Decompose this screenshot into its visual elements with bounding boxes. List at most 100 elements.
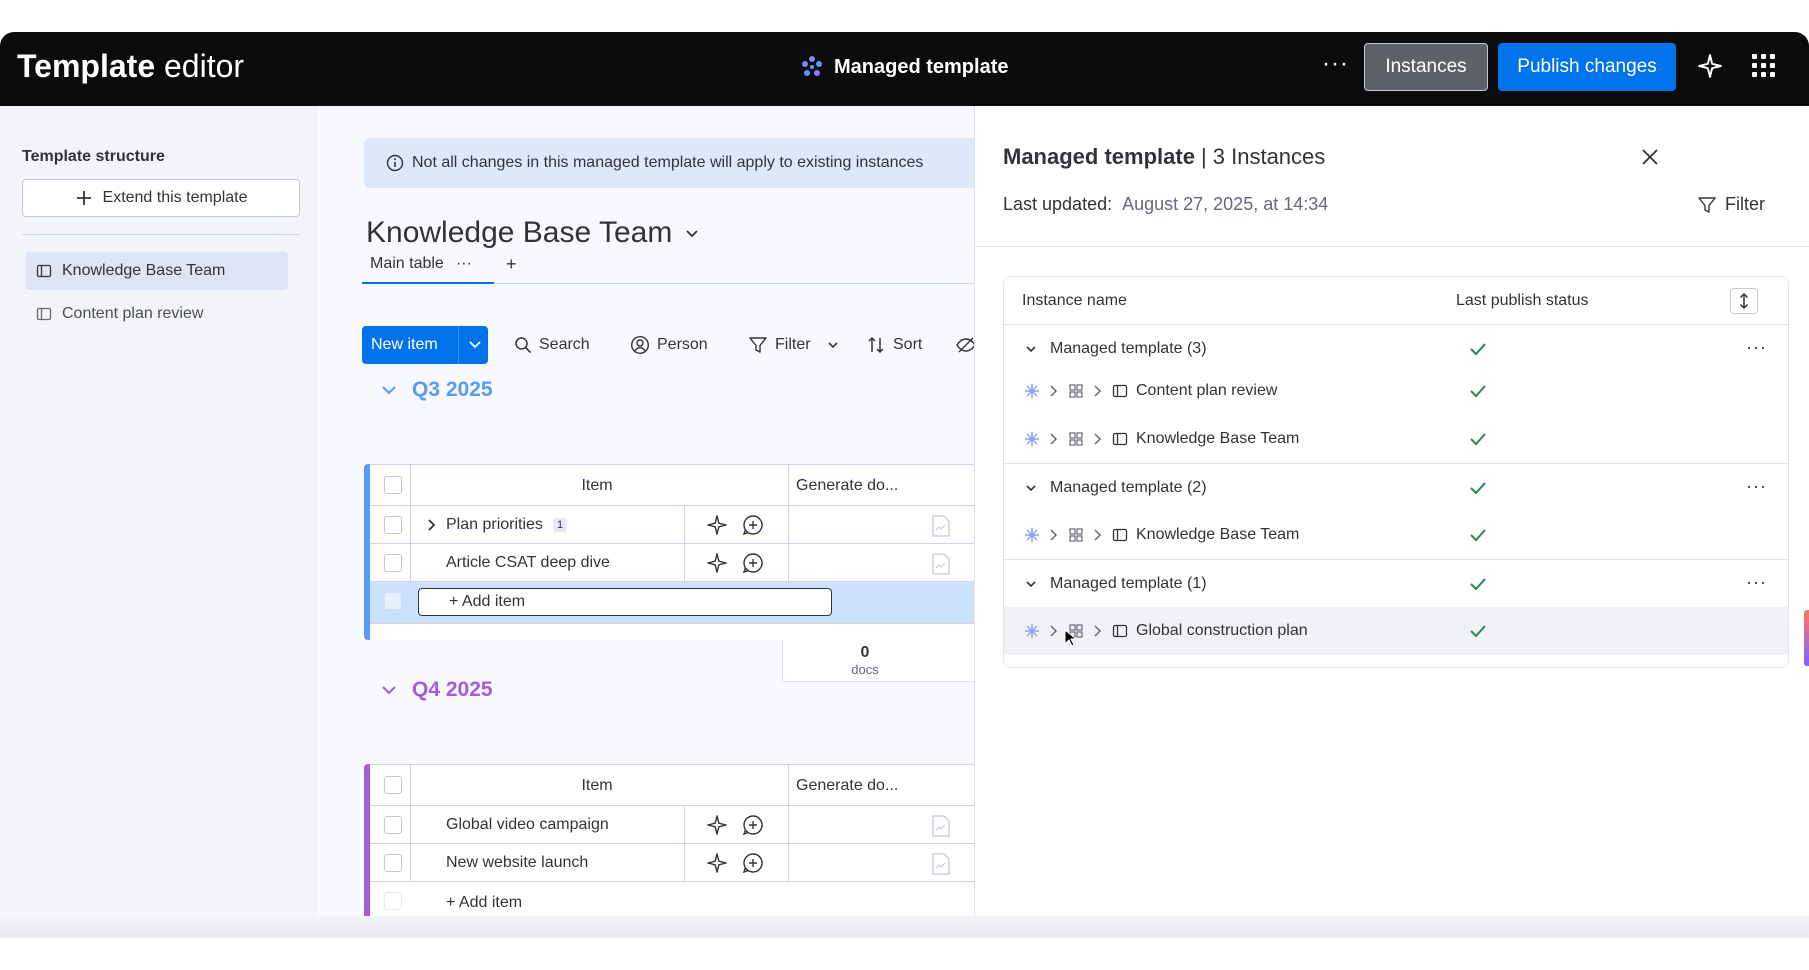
sidebar-item-content-plan-review[interactable]: Content plan review	[26, 295, 288, 333]
item-name[interactable]: New website launch	[446, 844, 588, 882]
instance-row[interactable]: Global construction plan	[1004, 607, 1788, 655]
column-header-generate-docs[interactable]: Generate do...	[796, 465, 898, 507]
add-item-row[interactable]: + Add item	[370, 582, 974, 624]
expand-collapse-button[interactable]	[1730, 288, 1758, 314]
group-more-button[interactable]: ···	[1746, 476, 1767, 497]
select-all-checkbox[interactable]	[384, 776, 402, 794]
row-checkbox	[384, 892, 402, 910]
chevron-right-icon[interactable]	[1048, 624, 1060, 638]
chevron-right-icon[interactable]	[1092, 528, 1104, 542]
instances-panel: Managed template | 3 Instances Last upda…	[974, 106, 1809, 938]
chevron-right-icon[interactable]	[1048, 384, 1060, 398]
table-row[interactable]: New website launch	[370, 844, 974, 882]
panel-title: Managed template | 3 Instances	[1003, 144, 1325, 170]
chevron-right-icon[interactable]	[1092, 432, 1104, 446]
row-checkbox[interactable]	[384, 516, 402, 534]
instance-group-row[interactable]: Managed template (2) ···	[1004, 463, 1788, 511]
tab-more-button[interactable]: ···	[456, 255, 472, 273]
side-widget-tab[interactable]	[1804, 610, 1809, 666]
doc-icon[interactable]	[932, 515, 950, 537]
filter-button[interactable]: Filter	[748, 326, 840, 364]
apps-grid-icon[interactable]	[1751, 53, 1777, 79]
add-update-icon[interactable]	[742, 814, 764, 836]
board-title[interactable]: Knowledge Base Team	[366, 216, 700, 250]
subitem-count-badge: 1	[552, 518, 568, 532]
item-name[interactable]: Global video campaign	[446, 806, 609, 844]
tab-main-table[interactable]: Main table ···	[362, 252, 494, 284]
mouse-cursor-icon	[1064, 629, 1076, 647]
row-checkbox[interactable]	[384, 854, 402, 872]
table-header-row: Item Generate do...	[370, 464, 974, 507]
hide-icon[interactable]	[956, 336, 974, 354]
chevron-down-icon[interactable]	[1024, 342, 1038, 356]
chevron-down-icon[interactable]	[466, 335, 484, 353]
managed-template-icon	[1025, 528, 1039, 542]
add-item-input[interactable]: + Add item	[418, 588, 832, 616]
chevron-right-icon[interactable]	[1092, 384, 1104, 398]
chevron-down-icon[interactable]	[1024, 577, 1038, 591]
ai-sparkle-icon[interactable]	[706, 514, 728, 536]
add-view-button[interactable]: +	[506, 254, 517, 275]
sparkle-icon[interactable]	[1697, 53, 1723, 79]
table-row[interactable]: Plan priorities 1	[370, 506, 974, 544]
center-title-text: Managed template	[834, 55, 1009, 78]
instance-row[interactable]: Knowledge Base Team	[1004, 415, 1788, 463]
column-header-last-publish-status[interactable]: Last publish status	[1456, 277, 1589, 325]
plus-icon	[76, 191, 91, 205]
managed-template-icon	[1025, 432, 1039, 446]
column-header-instance-name[interactable]: Instance name	[1022, 277, 1127, 325]
item-name[interactable]: Plan priorities 1	[446, 506, 568, 544]
doc-icon[interactable]	[932, 553, 950, 575]
instance-group-row[interactable]: Managed template (3) ···	[1004, 325, 1788, 373]
group-more-button[interactable]: ···	[1746, 337, 1767, 358]
column-header-item[interactable]: Item	[410, 765, 784, 807]
column-header-generate-docs[interactable]: Generate do...	[796, 765, 898, 807]
doc-icon[interactable]	[932, 853, 950, 875]
table-row[interactable]: Article CSAT deep dive	[370, 544, 974, 582]
search-button[interactable]: Search	[514, 326, 590, 364]
new-item-button[interactable]: New item	[362, 326, 488, 364]
person-button[interactable]: Person	[630, 326, 708, 364]
chevron-right-icon[interactable]	[1048, 528, 1060, 542]
group-header-q3[interactable]: Q3 2025	[380, 378, 493, 402]
chevron-down-icon[interactable]	[1024, 481, 1038, 495]
chevron-right-icon[interactable]	[424, 518, 438, 532]
add-update-icon[interactable]	[742, 552, 764, 574]
instances-button[interactable]: Instances	[1364, 43, 1488, 91]
row-checkbox[interactable]	[384, 554, 402, 572]
ai-sparkle-icon[interactable]	[706, 852, 728, 874]
chevron-right-icon[interactable]	[1092, 624, 1104, 638]
sort-button[interactable]: Sort	[866, 326, 922, 364]
instance-group-row[interactable]: Managed template (1) ···	[1004, 559, 1788, 607]
add-update-icon[interactable]	[742, 514, 764, 536]
publish-changes-button[interactable]: Publish changes	[1498, 43, 1676, 91]
more-menu-button[interactable]: ···	[1322, 50, 1349, 78]
column-divider	[788, 465, 789, 507]
ai-sparkle-icon[interactable]	[706, 552, 728, 574]
add-update-icon[interactable]	[742, 852, 764, 874]
sidebar-title: Template structure	[22, 148, 165, 165]
board-icon	[1112, 432, 1128, 446]
table-row[interactable]: Global video campaign	[370, 806, 974, 844]
group-more-button[interactable]: ···	[1746, 572, 1767, 593]
doc-icon[interactable]	[932, 815, 950, 837]
brand-light: editor	[164, 48, 245, 84]
group-header-q4[interactable]: Q4 2025	[380, 678, 493, 702]
close-icon[interactable]	[1639, 146, 1661, 168]
instance-row[interactable]: Knowledge Base Team	[1004, 511, 1788, 559]
item-name-text: Plan priorities	[446, 516, 543, 533]
board-icon	[1112, 528, 1128, 542]
item-name[interactable]: Article CSAT deep dive	[446, 544, 610, 582]
row-checkbox[interactable]	[384, 816, 402, 834]
column-header-item[interactable]: Item	[410, 465, 784, 507]
extend-template-button[interactable]: Extend this template	[22, 179, 300, 217]
panel-filter-button[interactable]: Filter	[1697, 194, 1765, 215]
select-all-checkbox[interactable]	[384, 476, 402, 494]
sidebar-item-knowledge-base-team[interactable]: Knowledge Base Team	[26, 252, 288, 290]
column-divider	[410, 506, 411, 544]
ai-sparkle-icon[interactable]	[706, 814, 728, 836]
instance-row[interactable]: Content plan review	[1004, 367, 1788, 415]
check-icon	[1470, 385, 1486, 398]
chevron-right-icon[interactable]	[1048, 432, 1060, 446]
chevron-down-icon[interactable]	[826, 338, 840, 352]
